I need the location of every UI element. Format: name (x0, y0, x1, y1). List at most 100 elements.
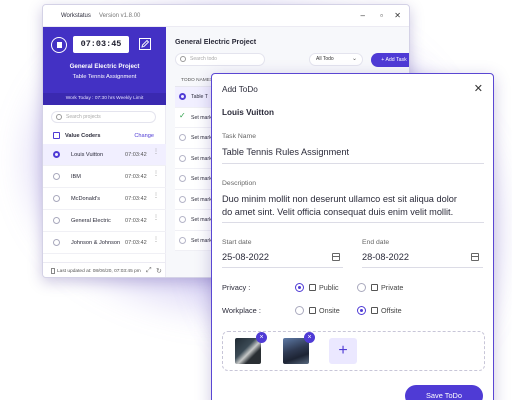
project-search-input[interactable]: Search projects (51, 111, 156, 123)
refresh-icon[interactable]: ↻ (156, 267, 162, 275)
privacy-label: Privacy : (222, 283, 251, 292)
search-placeholder: Search projects (66, 114, 101, 120)
page-title: General Electric Project (175, 37, 257, 46)
search-icon (180, 56, 186, 62)
save-todo-button[interactable]: Save ToDo (405, 385, 483, 400)
sidebar-footer: Last updated at: 08/06/20, 07:03:45 pm ⤢… (43, 262, 166, 277)
todo-name: Set mark (191, 176, 212, 182)
status-radio-icon (53, 239, 60, 246)
list-item[interactable]: McDonald's 07:03:42 ⋮ (43, 188, 166, 210)
more-options-icon[interactable]: ⋮ (153, 149, 159, 155)
client-name: McDonald's (71, 196, 101, 202)
attachment-thumbnail[interactable] (283, 338, 309, 364)
status-radio-icon (179, 134, 186, 141)
remove-attachment-icon[interactable]: × (304, 332, 315, 343)
minimize-icon[interactable]: – (361, 11, 365, 20)
todo-filter-select[interactable]: All Todo ⌄ (309, 53, 363, 66)
close-window-icon[interactable]: ✕ (394, 11, 401, 20)
privacy-private-radio[interactable] (357, 283, 366, 292)
status-radio-icon (53, 217, 60, 224)
privacy-public-label: Public (319, 283, 339, 292)
list-item[interactable]: Johnson & Johnson 07:03:42 ⋮ (43, 232, 166, 254)
end-date-field[interactable]: 28-08-2022 (362, 252, 409, 262)
status-radio-icon (179, 236, 186, 244)
client-time: 07:03:42 (125, 240, 147, 246)
status-radio-icon (53, 195, 60, 202)
list-item[interactable]: General Electric 07:03:42 ⋮ (43, 210, 166, 232)
divider (222, 222, 484, 223)
add-task-button[interactable]: + Add Task (371, 53, 409, 67)
todo-name: Table T (191, 94, 208, 100)
divider (222, 163, 484, 164)
organization-icon (53, 132, 60, 139)
organization-name: Value Coders (65, 133, 101, 139)
todo-name: Set mark (191, 237, 212, 244)
more-options-icon[interactable]: ⋮ (153, 171, 159, 177)
expand-icon[interactable]: ⤢ (146, 267, 152, 275)
search-icon (56, 114, 62, 120)
attachment-dropzone[interactable]: × × + (222, 331, 485, 371)
work-today-info: Work Today : 07:30 hrs Weekly Limit (43, 93, 166, 105)
task-name-field[interactable]: Table Tennis Rules Assignment (222, 147, 349, 157)
start-date-label: Start date (222, 239, 252, 246)
more-options-icon[interactable]: ⋮ (153, 237, 159, 243)
add-attachment-button[interactable]: + (329, 338, 357, 364)
divider (362, 267, 483, 268)
status-radio-icon (179, 216, 186, 223)
todo-search-input[interactable]: Search todo (175, 53, 265, 66)
check-icon: ✓ (179, 110, 186, 120)
edit-icon[interactable] (139, 38, 151, 50)
todo-name: Set mark (191, 217, 212, 223)
more-options-icon[interactable]: ⋮ (153, 193, 159, 199)
client-name: General Electric (71, 218, 111, 224)
status-radio-icon (53, 173, 60, 180)
start-date-field[interactable]: 25-08-2022 (222, 252, 269, 262)
title-bar: Workstatus Version v1.8.00 – ▫ ✕ (43, 5, 409, 27)
device-icon (51, 268, 55, 274)
building-icon (309, 307, 316, 314)
list-item[interactable]: IBM 07:03:42 ⋮ (43, 166, 166, 188)
workplace-label: Workplace : (222, 306, 261, 315)
status-radio-icon (179, 154, 186, 162)
last-updated-text: Last updated at: 08/06/20, 07:03:45 pm (57, 269, 141, 274)
pause-icon (57, 42, 62, 48)
client-name: IBM (71, 174, 81, 180)
attachment-thumbnail[interactable] (235, 338, 261, 364)
lock-icon (371, 284, 378, 291)
change-organization-link[interactable]: Change (134, 133, 154, 139)
list-item[interactable]: Louis Vuitton 07:03:42 ⋮ (43, 144, 166, 166)
dialog-title: Add ToDo (222, 85, 258, 94)
current-project: General Electric Project (69, 63, 140, 70)
status-radio-icon (179, 175, 186, 182)
dialog-client-name: Louis Vuitton (222, 108, 274, 117)
end-date-label: End date (362, 239, 390, 246)
privacy-public-radio[interactable] (295, 283, 304, 292)
calendar-icon[interactable] (471, 253, 479, 261)
status-radio-icon (53, 151, 60, 158)
unlock-icon (309, 284, 316, 291)
client-time: 07:03:42 (125, 218, 147, 224)
close-icon[interactable]: ✕ (474, 82, 483, 95)
client-time: 07:03:42 (125, 196, 147, 202)
client-name: Johnson & Johnson (71, 240, 121, 246)
calendar-icon[interactable] (332, 253, 340, 261)
client-time: 07:03:42 (125, 152, 147, 158)
filter-value: All Todo (316, 56, 334, 62)
play-pause-button[interactable] (51, 37, 67, 53)
todo-name: Set mark (191, 196, 212, 203)
description-line[interactable]: Duo minim mollit non deserunt ullamco es… (222, 194, 457, 204)
workplace-onsite-radio[interactable] (295, 306, 304, 315)
client-time: 07:03:42 (125, 174, 147, 180)
timer-panel: 07:03:45 General Electric Project Table … (43, 27, 166, 105)
workplace-offsite-radio[interactable] (357, 306, 366, 315)
description-line[interactable]: do amet sint. Velit officia consequat du… (222, 207, 453, 217)
timer-display: 07:03:45 (73, 36, 129, 53)
remove-attachment-icon[interactable]: × (256, 332, 267, 343)
maximize-icon[interactable]: ▫ (380, 11, 383, 20)
task-name-label: Task Name (222, 133, 256, 140)
add-todo-dialog: Add ToDo ✕ Louis Vuitton Task Name Table… (211, 73, 494, 400)
todo-name: Set mark (191, 155, 212, 162)
more-options-icon[interactable]: ⋮ (153, 215, 159, 221)
sidebar: 07:03:45 General Electric Project Table … (43, 27, 166, 277)
current-task: Table Tennis Assignment (72, 74, 137, 80)
